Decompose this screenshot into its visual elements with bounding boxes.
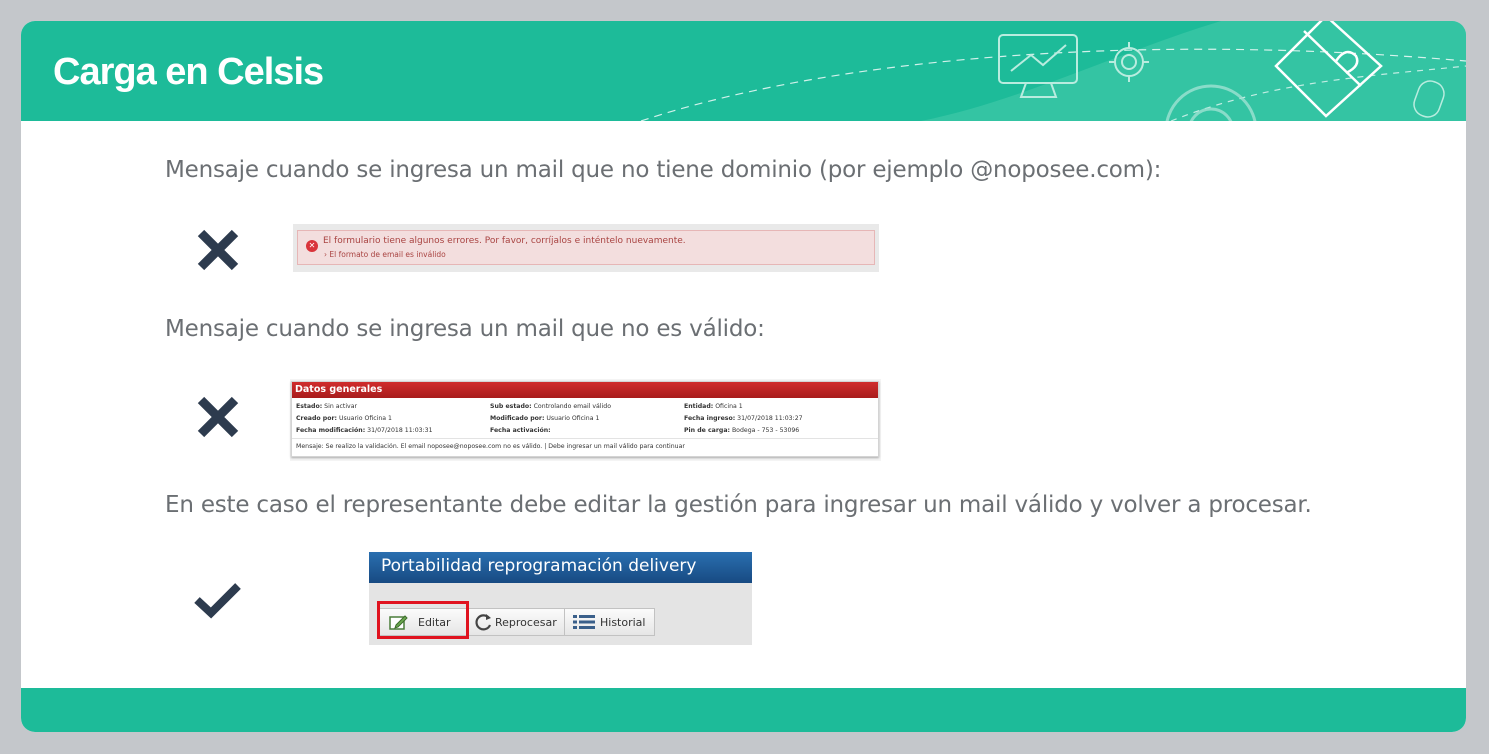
check-icon [194, 583, 241, 619]
error-detail: › El formato de email es inválido [324, 250, 446, 259]
footer-bar [21, 688, 1466, 732]
edit-highlight-box [377, 601, 469, 639]
field-sub-estado: Sub estado: Controlando email válido [490, 403, 611, 410]
instruction-text: En este caso el representante debe edita… [165, 492, 1312, 518]
history-button-label: Historial [600, 616, 646, 629]
cross-icon [197, 396, 239, 438]
field-creado-por: Creado por: Usuario Oficina 1 [296, 415, 392, 422]
field-fecha-activacion: Fecha activación: [490, 427, 551, 434]
field-modificado-por: Modificado por: Usuario Oficina 1 [490, 415, 600, 422]
error-alert-box: ✕ El formulario tiene algunos errores. P… [297, 230, 875, 265]
cross-icon [197, 229, 239, 271]
validation-message: Mensaje: Se realizo la validación. El em… [296, 443, 685, 450]
reprocess-button-label: Reprocesar [495, 616, 557, 629]
history-button[interactable]: Historial [564, 608, 655, 636]
field-entidad: Entidad: Oficina 1 [684, 403, 743, 410]
header-bar: Carga en Celsis [21, 21, 1466, 121]
field-fecha-ingreso: Fecha ingreso: 31/07/2018 11:03:27 [684, 415, 803, 422]
field-fecha-modificacion: Fecha modificación: 31/07/2018 11:03:31 [296, 427, 433, 434]
field-pin-de-carga: Pin de carga: Bodega - 753 - 53096 [684, 427, 800, 434]
error-title: El formulario tiene algunos errores. Por… [323, 236, 686, 246]
portabilidad-header: Portabilidad reprogramación delivery [369, 552, 752, 583]
panel-header: Datos generales [292, 382, 878, 398]
slide: Carga en Celsis Mensaje cuando se ingres… [21, 21, 1466, 732]
message-invalid-mail-text: Mensaje cuando se ingresa un mail que no… [165, 316, 765, 342]
field-estado: Estado: Sin activar [296, 403, 358, 410]
general-data-panel: Datos generales Estado: Sin activar Sub … [291, 381, 879, 457]
list-icon [573, 615, 595, 629]
form-error-screenshot: ✕ El formulario tiene algunos errores. P… [293, 224, 879, 272]
portabilidad-screenshot: Portabilidad reprogramación delivery Edi… [369, 552, 752, 645]
refresh-icon [475, 614, 492, 631]
general-data-screenshot: Datos generales Estado: Sin activar Sub … [290, 379, 881, 461]
panel-divider [292, 438, 878, 439]
reprocess-button[interactable]: Reprocesar [468, 608, 565, 636]
message-no-domain-text: Mensaje cuando se ingresa un mail que no… [165, 157, 1162, 183]
portabilidad-title: Portabilidad reprogramación delivery [381, 556, 697, 576]
panel-title: Datos generales [295, 384, 383, 395]
chevron-right-icon: › [324, 250, 327, 259]
error-icon: ✕ [306, 240, 318, 252]
page-title: Carga en Celsis [53, 51, 324, 93]
